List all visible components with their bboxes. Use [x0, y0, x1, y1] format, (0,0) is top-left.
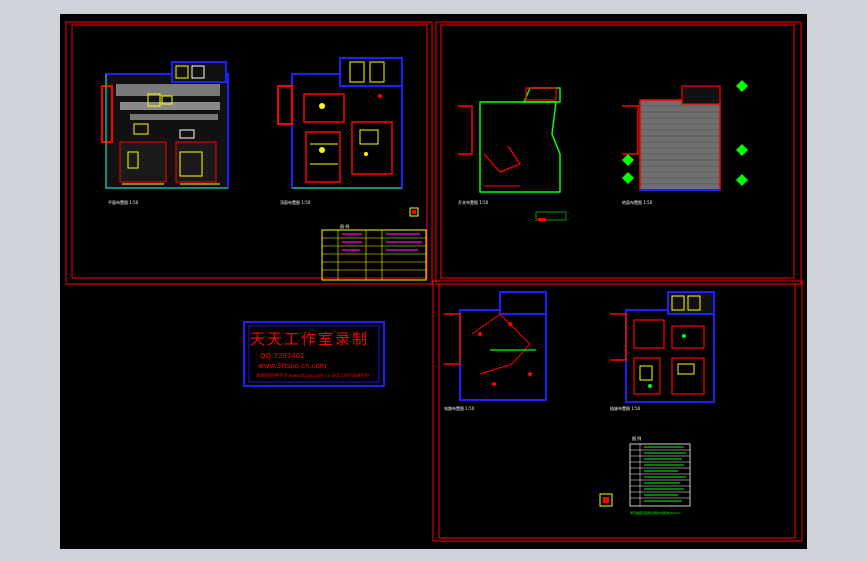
watermark-title: 天天工作室录制: [250, 330, 369, 348]
plan-switch-layout: 开关布置图 1:50: [458, 87, 561, 205]
watermark-url: www.3ttsuo.cn.com: [258, 362, 327, 370]
plan-ceiling-layout: 顶面布置图 1:50: [277, 57, 403, 205]
small-legend-top-right: [535, 211, 567, 221]
plan-furniture-layout: 平面布置图 1:50: [101, 61, 229, 205]
plan-socket-layout: 插座布置图 1:50: [610, 291, 715, 411]
plan-circuit-label: 电路布置图 1:50: [444, 405, 475, 411]
legend-title-top: 图 例: [340, 223, 349, 229]
plan-socket-label: 插座布置图 1:50: [610, 405, 641, 411]
plan-circuit-layout: 电路布置图 1:50: [444, 291, 547, 411]
cad-drawing-canvas[interactable]: 平面布置图 1:50 顶面布置图 1:50 图 例 开关布置图 1:50 地面布…: [60, 14, 807, 549]
legend-table-top: 图 例: [321, 207, 427, 281]
legend-title-bottom: 图 例: [632, 435, 641, 441]
watermark-box: 天天工作室录制 QQ:7397401 www.3ttsuo.cn.com 本图纸…: [243, 321, 385, 387]
plan-ceiling-label: 顶面布置图 1:50: [280, 199, 311, 205]
cad-drawing-viewport[interactable]: 平面布置图 1:50 顶面布置图 1:50 图 例 开关布置图 1:50 地面布…: [60, 14, 807, 549]
watermark-qq: QQ:7397401: [260, 352, 305, 360]
legend-note-bottom: 所有插座高度除注明外均距地300mm: [630, 510, 681, 515]
plan-floor-label: 地面布置图 1:50: [622, 199, 653, 205]
sheet-top-right-frame: [435, 21, 802, 285]
plan-furniture-label: 平面布置图 1:50: [108, 199, 139, 205]
plan-floor-layout: 地面布置图 1:50: [622, 80, 748, 205]
plan-switch-label: 开关布置图 1:50: [458, 199, 489, 205]
legend-table-bottom: 图 例 所有插座高度除注明外均距地300mm: [599, 435, 691, 515]
watermark-footer: 本图纸仅供学习 www.ttcad.com.cn QQ:1397388979: [256, 372, 369, 379]
